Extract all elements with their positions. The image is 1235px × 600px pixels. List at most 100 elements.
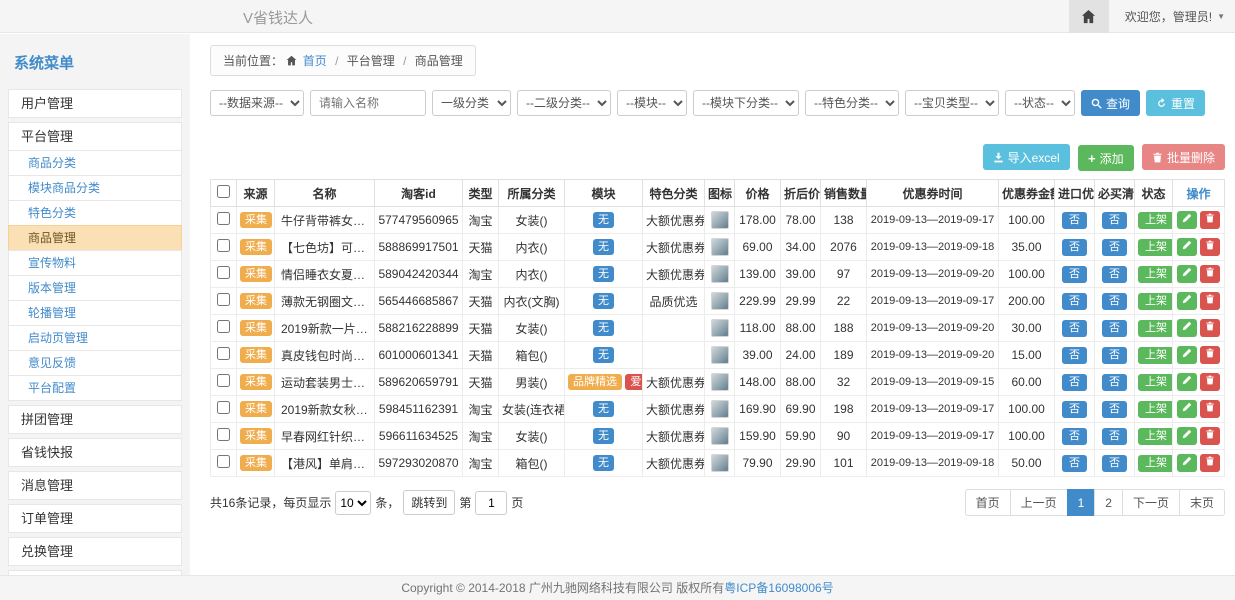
filter-select[interactable]: --模块下分类-- [693,90,799,116]
row-checkbox[interactable] [217,320,230,333]
page-next-button[interactable]: 下一页 [1122,489,1180,516]
sidebar-item[interactable]: 版本管理 [8,275,182,301]
filter-select[interactable]: 一级分类 [432,90,511,116]
sidebar-item[interactable]: 平台配置 [8,375,182,401]
edit-button[interactable] [1177,400,1197,418]
must-buy-toggle[interactable]: 否 [1102,374,1127,391]
sidebar-item[interactable]: 宣传物料 [8,250,182,276]
status-button[interactable]: 上架 [1138,293,1173,310]
delete-button[interactable] [1200,265,1220,283]
sidebar-item[interactable]: 兑换管理 [8,537,182,566]
per-page-select[interactable]: 10 [335,491,371,515]
filter-select[interactable]: --特色分类-- [805,90,899,116]
edit-button[interactable] [1177,238,1197,256]
batch-delete-button[interactable]: 批量删除 [1142,144,1225,170]
edit-button[interactable] [1177,211,1197,229]
edit-button[interactable] [1177,373,1197,391]
filter-select[interactable]: --二级分类-- [517,90,611,116]
status-button[interactable]: 上架 [1138,401,1173,418]
page-number-button[interactable]: 2 [1094,489,1123,516]
filter-select[interactable]: --状态-- [1005,90,1075,116]
import-select-toggle[interactable]: 否 [1062,401,1087,418]
must-buy-toggle[interactable]: 否 [1102,212,1127,229]
must-buy-toggle[interactable]: 否 [1102,320,1127,337]
status-button[interactable]: 上架 [1138,347,1173,364]
delete-button[interactable] [1200,454,1220,472]
must-buy-toggle[interactable]: 否 [1102,347,1127,364]
sidebar-item[interactable]: 特色分类 [8,200,182,226]
import-select-toggle[interactable]: 否 [1062,455,1087,472]
delete-button[interactable] [1200,211,1220,229]
delete-button[interactable] [1200,400,1220,418]
delete-button[interactable] [1200,238,1220,256]
sidebar-item[interactable]: 商品分类 [8,150,182,176]
import-excel-button[interactable]: 导入excel [983,144,1070,170]
must-buy-toggle[interactable]: 否 [1102,266,1127,283]
must-buy-toggle[interactable]: 否 [1102,401,1127,418]
home-button[interactable] [1069,0,1109,33]
must-buy-toggle[interactable]: 否 [1102,455,1127,472]
breadcrumb-home-link[interactable]: 首页 [303,54,327,68]
delete-button[interactable] [1200,292,1220,310]
status-button[interactable]: 上架 [1138,320,1173,337]
edit-button[interactable] [1177,346,1197,364]
sidebar-item[interactable]: 省钱快报 [8,438,182,467]
must-buy-toggle[interactable]: 否 [1102,293,1127,310]
import-select-toggle[interactable]: 否 [1062,374,1087,391]
row-checkbox[interactable] [217,455,230,468]
row-checkbox[interactable] [217,347,230,360]
import-select-toggle[interactable]: 否 [1062,428,1087,445]
add-button[interactable]: + 添加 [1078,145,1134,171]
status-button[interactable]: 上架 [1138,266,1173,283]
status-button[interactable]: 上架 [1138,212,1173,229]
import-select-toggle[interactable]: 否 [1062,212,1087,229]
page-last-button[interactable]: 末页 [1179,489,1225,516]
filter-select[interactable]: --数据来源-- [210,90,304,116]
sidebar-item[interactable]: 意见反馈 [8,350,182,376]
sidebar-item[interactable]: 用户管理 [8,89,182,118]
sidebar-item[interactable]: 拼团管理 [8,405,182,434]
reset-button[interactable]: 重置 [1146,90,1205,116]
row-checkbox[interactable] [217,212,230,225]
sidebar-item[interactable]: 消息管理 [8,471,182,500]
row-checkbox[interactable] [217,428,230,441]
select-all-checkbox[interactable] [217,185,230,198]
row-checkbox[interactable] [217,266,230,279]
jump-button[interactable]: 跳转到 [403,490,455,515]
edit-button[interactable] [1177,454,1197,472]
status-button[interactable]: 上架 [1138,239,1173,256]
status-button[interactable]: 上架 [1138,374,1173,391]
sidebar-item[interactable]: 启动页管理 [8,325,182,351]
sidebar-item[interactable]: 模块商品分类 [8,175,182,201]
search-button[interactable]: 查询 [1081,90,1140,116]
import-select-toggle[interactable]: 否 [1062,320,1087,337]
delete-button[interactable] [1200,346,1220,364]
sidebar-item[interactable]: 商品管理 [8,225,182,251]
row-checkbox[interactable] [217,401,230,414]
import-select-toggle[interactable]: 否 [1062,293,1087,310]
jump-page-input[interactable] [475,491,507,515]
must-buy-toggle[interactable]: 否 [1102,239,1127,256]
icp-link[interactable]: 粤ICP备16098006号 [724,581,833,595]
import-select-toggle[interactable]: 否 [1062,266,1087,283]
status-button[interactable]: 上架 [1138,455,1173,472]
row-checkbox[interactable] [217,239,230,252]
filter-select[interactable]: --宝贝类型-- [905,90,999,116]
edit-button[interactable] [1177,319,1197,337]
edit-button[interactable] [1177,292,1197,310]
sidebar-item[interactable]: 平台管理 [8,122,182,151]
name-search-input[interactable] [310,90,426,116]
sidebar-item[interactable]: 订单管理 [8,504,182,533]
delete-button[interactable] [1200,319,1220,337]
delete-button[interactable] [1200,427,1220,445]
user-menu[interactable]: 欢迎您，管理员! ▼ [1125,8,1225,25]
edit-button[interactable] [1177,265,1197,283]
filter-select[interactable]: --模块-- [617,90,687,116]
edit-button[interactable] [1177,427,1197,445]
must-buy-toggle[interactable]: 否 [1102,428,1127,445]
sidebar-item[interactable]: 轮播管理 [8,300,182,326]
import-select-toggle[interactable]: 否 [1062,239,1087,256]
row-checkbox[interactable] [217,293,230,306]
row-checkbox[interactable] [217,374,230,387]
delete-button[interactable] [1200,373,1220,391]
